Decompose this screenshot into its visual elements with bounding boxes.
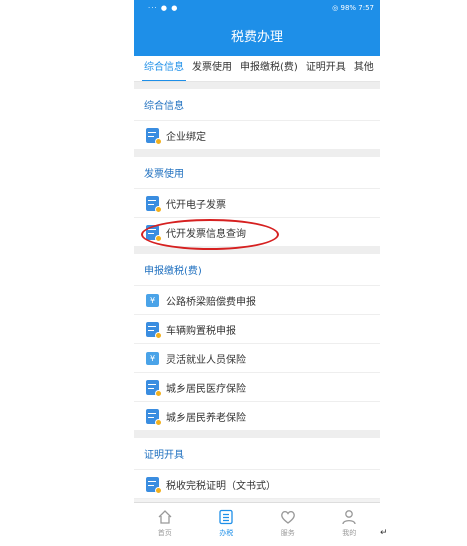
nav-mine[interactable]: 我的 xyxy=(319,503,381,546)
list-item-label: 城乡居民医疗保险 xyxy=(166,383,246,395)
page-title: 税费办理 xyxy=(134,20,380,56)
tab-certificate[interactable]: 证明开具 xyxy=(302,56,350,81)
document-icon xyxy=(146,195,162,213)
nav-label: 办税 xyxy=(219,529,234,537)
list-item-label: 城乡居民养老保险 xyxy=(166,412,246,424)
section-title-certificate: 证明开具 xyxy=(134,438,380,470)
heart-icon xyxy=(280,510,295,524)
list-item-flexible-employment-insurance[interactable]: ¥ 灵活就业人员保险 xyxy=(134,344,380,373)
tab-comprehensive-info[interactable]: 综合信息 xyxy=(140,56,188,81)
document-icon xyxy=(146,476,162,494)
list-item-label: 公路桥梁赔偿费申报 xyxy=(166,296,256,308)
list-item-pension-insurance[interactable]: 城乡居民养老保险 xyxy=(134,402,380,431)
list-item-road-bridge-compensation[interactable]: ¥ 公路桥梁赔偿费申报 xyxy=(134,286,380,315)
nav-label: 我的 xyxy=(342,529,357,537)
status-right: ◎ 98% 7:57 xyxy=(332,4,374,12)
bottom-nav-bar: 首页 办税 服务 我的 xyxy=(134,502,380,546)
section-gap xyxy=(134,247,380,254)
nav-label: 首页 xyxy=(157,529,172,537)
paragraph-mark: ↵ xyxy=(380,528,388,538)
list-item-tax-payment-certificate[interactable]: 税收完税证明（文书式） xyxy=(134,470,380,499)
list-item-label: 车辆购置税申报 xyxy=(166,325,236,337)
section-gap xyxy=(134,82,380,89)
list-item-vehicle-purchase-tax[interactable]: 车辆购置税申报 xyxy=(134,315,380,344)
list-item-medical-insurance[interactable]: 城乡居民医疗保险 xyxy=(134,373,380,402)
yuan-icon: ¥ xyxy=(146,351,159,365)
tab-declare-pay-tax[interactable]: 申报缴税(费) xyxy=(236,56,302,81)
list-item-issue-e-invoice[interactable]: 代开电子发票 xyxy=(134,189,380,218)
nav-label: 服务 xyxy=(280,529,295,537)
yuan-icon: ¥ xyxy=(146,293,159,307)
nav-home[interactable]: 首页 xyxy=(134,503,196,546)
section-gap xyxy=(134,431,380,438)
list-item-label: 税收完税证明（文书式） xyxy=(166,480,276,492)
section-title-declare: 申报缴税(费) xyxy=(134,254,380,286)
list-item-invoice-info-query[interactable]: 代开发票信息查询 xyxy=(134,218,380,247)
status-left: ··· ● ● xyxy=(148,4,179,12)
section-gap xyxy=(134,150,380,157)
document-icon xyxy=(146,127,162,145)
nav-tax[interactable]: 办税 xyxy=(196,503,258,546)
list-item-label: 灵活就业人员保险 xyxy=(166,354,246,366)
nav-service[interactable]: 服务 xyxy=(257,503,319,546)
list-icon xyxy=(219,509,233,525)
status-bar: ··· ● ● ◎ 98% 7:57 xyxy=(134,0,380,20)
tab-other[interactable]: 其他 xyxy=(350,56,378,81)
category-tabs: 综合信息 发票使用 申报缴税(费) 证明开具 其他 xyxy=(134,56,380,82)
list-item-label: 企业绑定 xyxy=(166,131,206,143)
document-icon xyxy=(146,321,162,339)
home-icon xyxy=(158,510,172,524)
list-item-label: 代开发票信息查询 xyxy=(166,228,246,240)
document-icon xyxy=(146,224,162,242)
document-icon xyxy=(146,408,162,426)
user-icon xyxy=(342,510,356,525)
section-title-comprehensive: 综合信息 xyxy=(134,89,380,121)
document-icon xyxy=(146,379,162,397)
list-item-label: 代开电子发票 xyxy=(166,199,226,211)
phone-screen: ··· ● ● ◎ 98% 7:57 税费办理 综合信息 发票使用 申报缴税(费… xyxy=(134,0,380,546)
list-item-enterprise-binding[interactable]: 企业绑定 xyxy=(134,121,380,150)
section-title-invoice: 发票使用 xyxy=(134,157,380,189)
tab-invoice-use[interactable]: 发票使用 xyxy=(188,56,236,81)
